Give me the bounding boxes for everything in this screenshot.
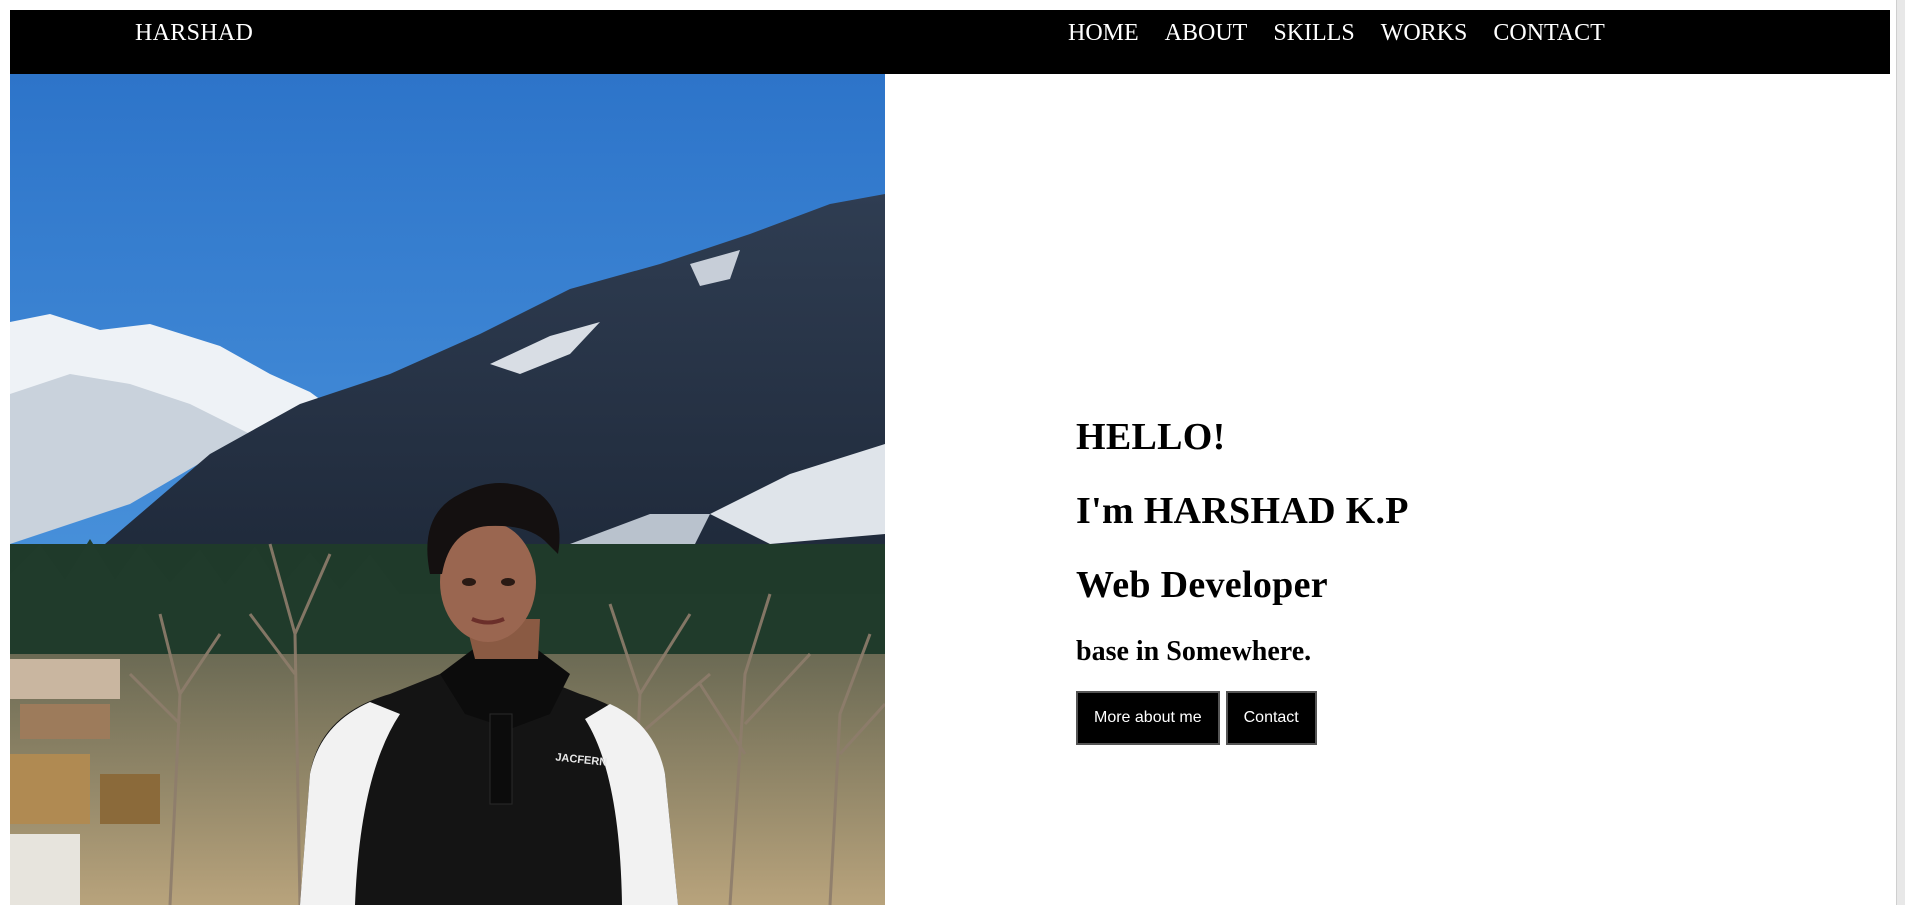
nav-home-link[interactable]: HOME xyxy=(1068,20,1139,47)
name-heading: I'm HARSHAD K.P xyxy=(1076,490,1409,532)
role-heading: Web Developer xyxy=(1076,564,1328,606)
greeting-heading: HELLO! xyxy=(1076,416,1226,458)
top-navbar: HARSHAD HOME ABOUT SKILLS WORKS CONTACT xyxy=(10,10,1890,74)
nav-contact-link[interactable]: CONTACT xyxy=(1493,20,1604,47)
hero-intro: HELLO! I'm HARSHAD K.P Web Developer bas… xyxy=(1076,413,1776,745)
profile-photo: JACFERN xyxy=(10,74,885,905)
nav-works-link[interactable]: WORKS xyxy=(1381,20,1468,47)
page: HARSHAD HOME ABOUT SKILLS WORKS CONTACT xyxy=(0,0,1905,905)
main-nav: HOME ABOUT SKILLS WORKS CONTACT xyxy=(1068,20,1605,47)
nav-about-link[interactable]: ABOUT xyxy=(1165,20,1248,47)
brand-logo-link[interactable]: HARSHAD xyxy=(135,20,253,47)
nav-skills-link[interactable]: SKILLS xyxy=(1273,20,1354,47)
location-text: base in Somewhere. xyxy=(1076,636,1312,667)
hero-buttons: More about me Contact xyxy=(1076,691,1776,745)
contact-button[interactable]: Contact xyxy=(1225,691,1317,745)
more-about-me-button[interactable]: More about me xyxy=(1076,691,1220,745)
window-edge xyxy=(1896,0,1905,905)
